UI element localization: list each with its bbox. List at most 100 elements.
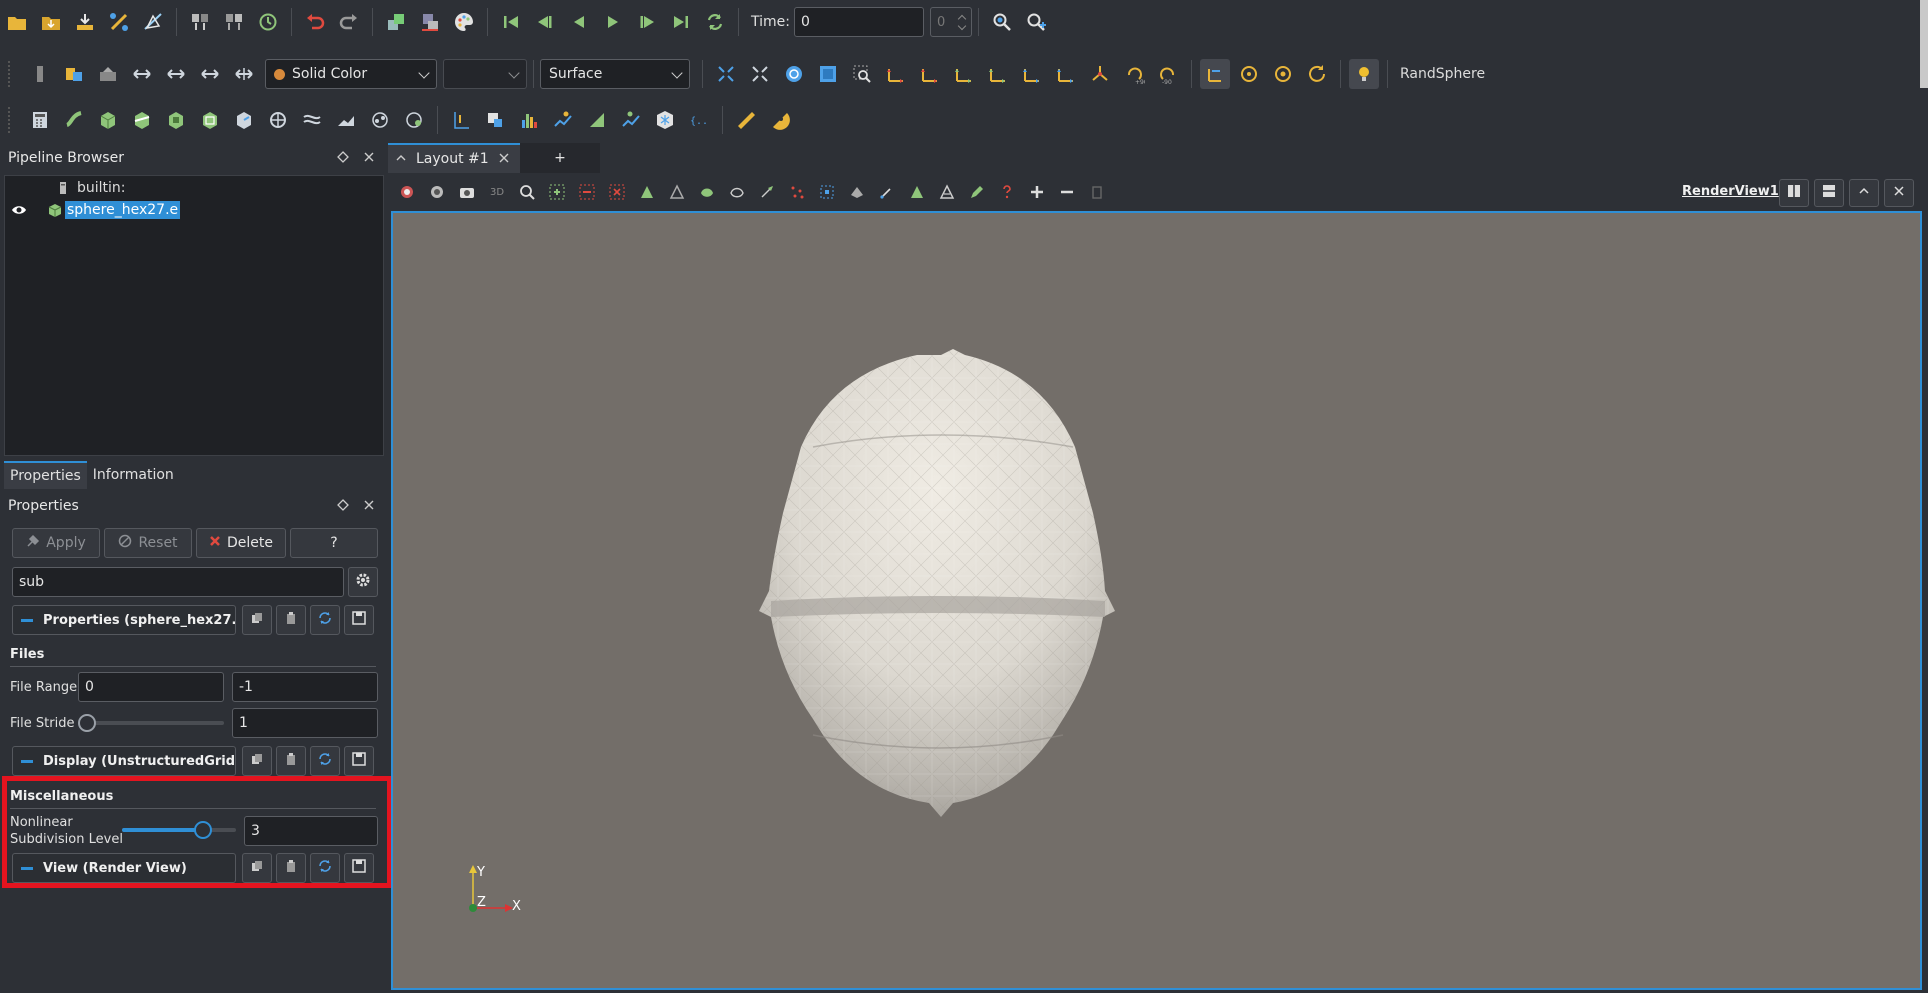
paste-button[interactable] — [276, 746, 306, 776]
camera-undo-icon[interactable] — [381, 7, 411, 37]
view-minus-z-icon[interactable] — [1051, 59, 1081, 89]
manage-links-icon[interactable] — [219, 7, 249, 37]
open-file-icon[interactable] — [2, 7, 32, 37]
toolbar-handle[interactable] — [8, 107, 13, 133]
spin-down-icon[interactable] — [957, 21, 967, 31]
plot-selection-icon[interactable] — [480, 105, 510, 135]
query-selection-icon[interactable] — [994, 179, 1020, 205]
extract-subset-icon[interactable] — [195, 105, 225, 135]
connect-icon[interactable] — [104, 7, 134, 37]
undo-icon[interactable] — [300, 7, 330, 37]
reset-range-icon[interactable] — [93, 59, 123, 89]
subtract-selection-icon[interactable] — [1054, 179, 1080, 205]
split-horizontal-button[interactable] — [1779, 179, 1809, 207]
view-minus-y-icon[interactable] — [983, 59, 1013, 89]
slice-icon[interactable] — [127, 105, 157, 135]
extract-level-icon[interactable] — [365, 105, 395, 135]
palette-icon[interactable] — [449, 7, 479, 37]
stream-tracer-icon[interactable] — [263, 105, 293, 135]
hover-points-icon[interactable] — [784, 179, 810, 205]
load-state-icon[interactable] — [36, 7, 66, 37]
glyph-icon[interactable] — [229, 105, 259, 135]
interaction-mode-icon[interactable] — [1200, 59, 1230, 89]
ruler-icon[interactable] — [731, 105, 761, 135]
python-calculator-icon[interactable]: {...} — [684, 105, 714, 135]
zoom-selection-icon[interactable] — [514, 179, 540, 205]
plot-over-line-icon[interactable] — [446, 105, 476, 135]
time-index-spinbox[interactable]: 0 — [929, 7, 972, 37]
previous-frame-icon[interactable] — [530, 7, 560, 37]
pipeline-item-sphere[interactable]: sphere_hex27.e — [11, 201, 181, 219]
close-view-button[interactable] — [1884, 179, 1914, 207]
render-view-viewport[interactable]: Y X Z — [391, 211, 1922, 990]
rotate-minus-90-icon[interactable]: -90 — [1153, 59, 1183, 89]
split-vertical-button[interactable] — [1814, 179, 1844, 207]
zoom-to-box-icon[interactable] — [779, 59, 809, 89]
toggle-color-legend-icon[interactable] — [25, 59, 55, 89]
view-plus-y-icon[interactable] — [949, 59, 979, 89]
coloring-select[interactable]: Solid Color — [265, 59, 437, 89]
last-frame-icon[interactable] — [666, 7, 696, 37]
manage-plugins-icon[interactable] — [185, 7, 215, 37]
next-frame-icon[interactable] — [632, 7, 662, 37]
paste-button[interactable] — [276, 605, 306, 635]
tab-layout-1[interactable]: Layout #1 — [388, 143, 520, 173]
save-defaults-button[interactable] — [344, 605, 374, 635]
play-icon[interactable] — [598, 7, 628, 37]
select-points-on-icon[interactable] — [574, 179, 600, 205]
toolbar-handle[interactable] — [8, 61, 13, 87]
rescale-custom-icon[interactable] — [127, 59, 157, 89]
capture-screenshot-icon[interactable] — [394, 179, 420, 205]
temporal-icon[interactable] — [399, 105, 429, 135]
zoom-to-data-icon[interactable] — [987, 7, 1017, 37]
contour-icon[interactable] — [59, 105, 89, 135]
close-icon[interactable] — [362, 150, 376, 164]
python-view-icon[interactable] — [650, 105, 680, 135]
file-stride-slider[interactable] — [80, 721, 224, 725]
edit-color-map-icon[interactable] — [59, 59, 89, 89]
pick-center-icon[interactable] — [1302, 59, 1332, 89]
record-icon[interactable] — [424, 179, 450, 205]
toolbar-scrollbar[interactable] — [1920, 0, 1928, 88]
select-cells-on-surface-icon[interactable] — [934, 179, 960, 205]
redo-icon[interactable] — [334, 7, 364, 37]
advanced-settings-button[interactable] — [348, 567, 378, 597]
zoom-closest-icon[interactable] — [1021, 7, 1051, 37]
apply-button[interactable]: Apply — [12, 528, 100, 558]
view-plus-x-icon[interactable] — [881, 59, 911, 89]
select-points-through-icon[interactable] — [634, 179, 660, 205]
clear-selection-icon[interactable] — [1084, 179, 1110, 205]
light-kit-icon[interactable] — [1349, 59, 1379, 89]
add-selection-icon[interactable] — [1024, 179, 1050, 205]
probe-icon[interactable] — [582, 105, 612, 135]
view-plus-z-icon[interactable] — [1017, 59, 1047, 89]
plot-time-icon[interactable] — [616, 105, 646, 135]
select-frustum-icon[interactable] — [604, 179, 630, 205]
play-backward-icon[interactable] — [564, 7, 594, 37]
camera-redo-icon[interactable] — [415, 7, 445, 37]
group-datasets-icon[interactable] — [331, 105, 361, 135]
eye-icon[interactable] — [11, 203, 27, 217]
help-button[interactable]: ? — [290, 528, 378, 558]
rescale-data-icon[interactable] — [229, 59, 259, 89]
file-range-max-input[interactable]: -1 — [232, 672, 378, 702]
reload-button[interactable] — [310, 605, 340, 635]
file-stride-slider-handle[interactable] — [78, 714, 96, 732]
rescale-temporal-icon[interactable] — [195, 59, 225, 89]
maximize-view-button[interactable] — [1849, 179, 1879, 207]
tab-information[interactable]: Information — [87, 461, 180, 489]
zoom-box-icon[interactable] — [847, 59, 877, 89]
disconnect-icon[interactable] — [138, 7, 168, 37]
save-defaults-button[interactable] — [344, 746, 374, 776]
select-block-icon[interactable] — [694, 179, 720, 205]
render-view-name[interactable]: RenderView1 — [1682, 184, 1779, 199]
plot-data-icon[interactable] — [548, 105, 578, 135]
reset-camera-icon[interactable] — [711, 59, 741, 89]
interactive-select-icon[interactable] — [754, 179, 780, 205]
first-frame-icon[interactable] — [496, 7, 526, 37]
history-icon[interactable] — [253, 7, 283, 37]
add-layout-tab[interactable]: + — [520, 143, 600, 173]
show-center-icon[interactable] — [813, 59, 843, 89]
toggle-3d-button[interactable]: 3D — [484, 179, 510, 205]
pipeline-tree[interactable]: builtin: sphere_hex27.e — [4, 175, 384, 456]
